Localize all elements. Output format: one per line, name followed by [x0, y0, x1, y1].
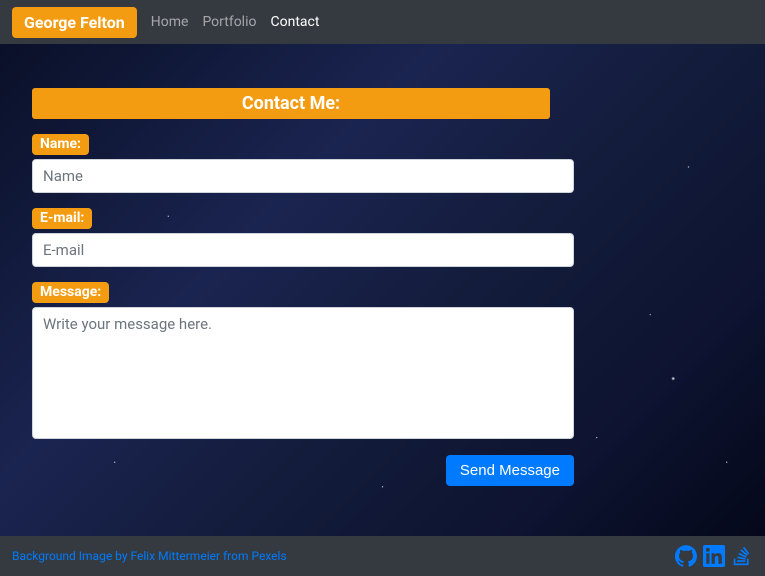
nav-link-contact[interactable]: Contact [270, 14, 319, 30]
nav-link-portfolio[interactable]: Portfolio [202, 14, 256, 30]
field-group-name: Name: [32, 133, 577, 193]
contact-form: Name: E-mail: Message: Send Message [32, 133, 577, 486]
navbar: George Felton Home Portfolio Contact [0, 0, 765, 44]
github-icon[interactable] [675, 545, 697, 567]
label-message: Message: [32, 282, 109, 303]
page-heading: Contact Me: [32, 88, 550, 119]
message-textarea[interactable] [32, 307, 574, 439]
submit-row: Send Message [32, 455, 574, 486]
label-name: Name: [32, 134, 89, 155]
social-links [675, 545, 753, 567]
contact-form-container: Contact Me: Name: E-mail: Message: Send … [0, 44, 765, 486]
stackoverflow-icon[interactable] [731, 545, 753, 567]
name-input[interactable] [32, 159, 574, 193]
field-group-email: E-mail: [32, 207, 577, 267]
linkedin-icon[interactable] [703, 545, 725, 567]
footer: Background Image by Felix Mittermeier fr… [0, 536, 765, 576]
brand-logo[interactable]: George Felton [12, 7, 137, 38]
background-credit-link[interactable]: Background Image by Felix Mittermeier fr… [12, 549, 287, 563]
nav-link-home[interactable]: Home [151, 14, 189, 30]
email-input[interactable] [32, 233, 574, 267]
send-message-button[interactable]: Send Message [446, 455, 574, 486]
label-email: E-mail: [32, 208, 92, 229]
field-group-message: Message: [32, 281, 577, 439]
